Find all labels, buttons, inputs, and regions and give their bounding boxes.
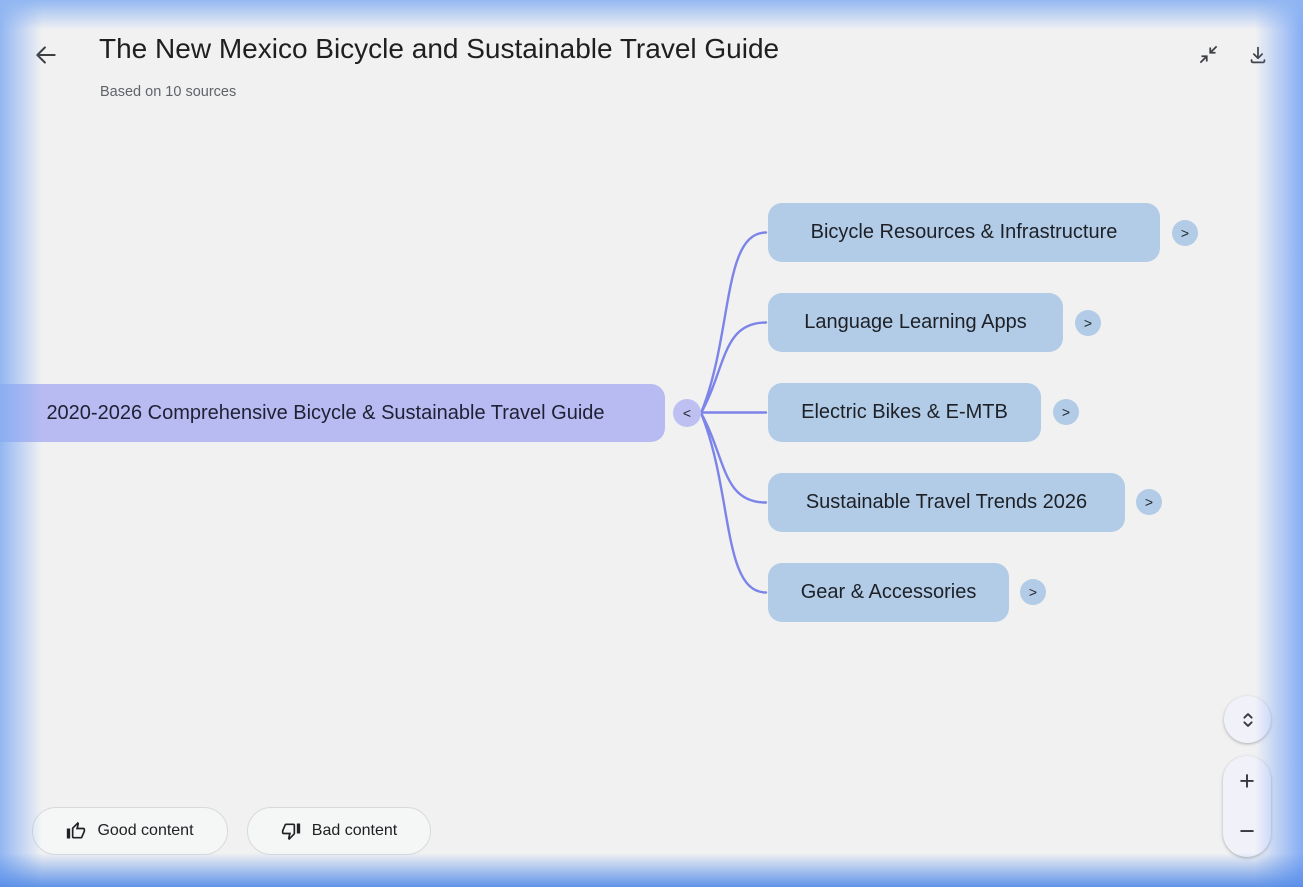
child-node-language-apps[interactable]: Language Learning Apps (768, 293, 1063, 352)
expand-button-sustainable-trends[interactable]: > (1136, 489, 1162, 515)
zoom-in-button[interactable]: + (1223, 756, 1271, 807)
thumb-up-icon (66, 821, 86, 841)
expand-button-language-apps[interactable]: > (1075, 310, 1101, 336)
root-node-label: 2020-2026 Comprehensive Bicycle & Sustai… (46, 402, 604, 425)
minus-icon: − (1239, 816, 1255, 847)
bad-content-button[interactable]: Bad content (247, 807, 431, 855)
child-node-label: Electric Bikes & E-MTB (801, 401, 1008, 424)
child-node-label: Bicycle Resources & Infrastructure (811, 221, 1118, 244)
expand-chevron-icon: > (1084, 315, 1092, 331)
good-content-button[interactable]: Good content (32, 807, 228, 855)
good-content-label: Good content (97, 822, 193, 840)
fit-to-view-button[interactable] (1224, 696, 1271, 743)
mindmap-canvas[interactable]: 2020-2026 Comprehensive Bicycle & Sustai… (0, 0, 1303, 887)
child-node-sustainable-trends[interactable]: Sustainable Travel Trends 2026 (768, 473, 1125, 532)
plus-icon: + (1239, 766, 1255, 797)
zoom-out-button[interactable]: − (1223, 807, 1271, 858)
expand-chevron-icon: > (1029, 584, 1037, 600)
connector-lines (0, 0, 1303, 887)
child-node-bicycle-resources[interactable]: Bicycle Resources & Infrastructure (768, 203, 1160, 262)
root-collapse-button[interactable]: < (673, 399, 701, 427)
child-node-label: Gear & Accessories (801, 581, 977, 604)
child-node-electric-bikes[interactable]: Electric Bikes & E-MTB (768, 383, 1041, 442)
bad-content-label: Bad content (312, 822, 397, 840)
expand-button-bicycle-resources[interactable]: > (1172, 220, 1198, 246)
unfold-more-icon (1237, 709, 1259, 731)
child-node-label: Sustainable Travel Trends 2026 (806, 491, 1087, 514)
expand-button-gear-accessories[interactable]: > (1020, 579, 1046, 605)
expand-chevron-icon: > (1062, 404, 1070, 420)
root-node[interactable]: 2020-2026 Comprehensive Bicycle & Sustai… (0, 384, 665, 442)
expand-button-electric-bikes[interactable]: > (1053, 399, 1079, 425)
child-node-label: Language Learning Apps (804, 311, 1026, 334)
mindmap-viewer: The New Mexico Bicycle and Sustainable T… (0, 0, 1303, 887)
thumb-down-icon (281, 821, 301, 841)
expand-chevron-icon: > (1145, 494, 1153, 510)
expand-chevron-icon: > (1181, 225, 1189, 241)
child-node-gear-accessories[interactable]: Gear & Accessories (768, 563, 1009, 622)
zoom-control: + − (1223, 756, 1271, 857)
collapse-chevron-icon: < (683, 405, 691, 421)
